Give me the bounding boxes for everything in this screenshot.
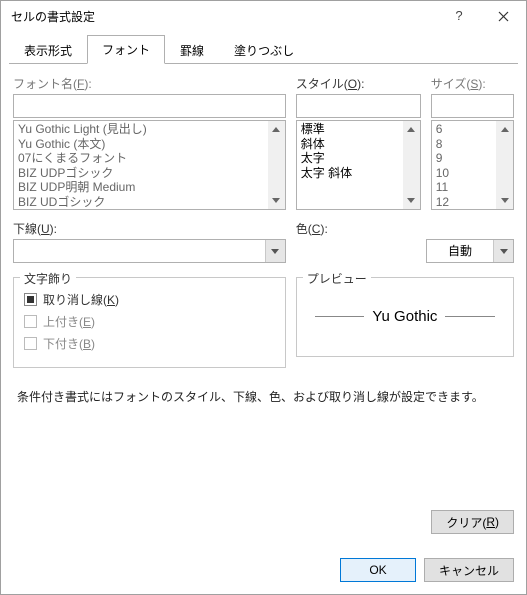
- clear-button[interactable]: クリア(R): [431, 510, 514, 534]
- underline-combo[interactable]: [13, 239, 286, 263]
- tab-font[interactable]: フォント: [87, 35, 165, 64]
- list-item[interactable]: 標準: [301, 122, 399, 137]
- style-scrollbar[interactable]: [403, 121, 420, 209]
- left-column: フォント名(F): Yu Gothic Light (見出し)Yu Gothic…: [13, 75, 286, 368]
- superscript-checkbox-box: [24, 315, 37, 328]
- list-item[interactable]: 07にくまるフォント: [18, 151, 264, 166]
- bottom-area: クリア(R) OK キャンセル: [1, 502, 526, 594]
- list-item[interactable]: 太字 斜体: [301, 166, 399, 181]
- preview-baseline-left: [315, 316, 365, 317]
- font-name-items: Yu Gothic Light (見出し)Yu Gothic (本文)07にくま…: [14, 121, 268, 209]
- strike-checkbox-box: [24, 293, 37, 306]
- close-button[interactable]: [481, 1, 526, 31]
- list-item[interactable]: BIZ UDゴシック: [18, 195, 264, 210]
- preview-legend: プレビュー: [303, 270, 371, 287]
- ok-button[interactable]: OK: [340, 558, 416, 582]
- style-items: 標準斜体太字太字 斜体: [297, 121, 403, 209]
- color-combo[interactable]: 自動: [426, 239, 514, 263]
- list-item[interactable]: 6: [436, 122, 492, 137]
- style-input[interactable]: [296, 94, 421, 118]
- list-item[interactable]: 8: [436, 137, 492, 152]
- preview-box: Yu Gothic: [307, 286, 503, 346]
- underline-value: [14, 240, 265, 262]
- scroll-thumb[interactable]: [496, 138, 513, 192]
- list-item[interactable]: 10: [436, 166, 492, 181]
- tab-display[interactable]: 表示形式: [9, 36, 87, 65]
- color-dropdown-button[interactable]: [493, 240, 513, 262]
- list-item[interactable]: Yu Gothic (本文): [18, 137, 264, 152]
- tab-border[interactable]: 罫線: [165, 36, 219, 65]
- size-label: サイズ(S):: [431, 75, 514, 92]
- tab-strip: 表示形式 フォント 罫線 塗りつぶし: [1, 31, 526, 64]
- strike-label: 取り消し線(K): [43, 291, 119, 308]
- preview-text: Yu Gothic: [372, 308, 437, 325]
- scroll-up-icon[interactable]: [268, 121, 285, 138]
- preview-baseline-right: [445, 316, 495, 317]
- list-item[interactable]: 太字: [301, 151, 399, 166]
- list-item[interactable]: 斜体: [301, 137, 399, 152]
- titlebar: セルの書式設定 ?: [1, 1, 526, 31]
- scroll-down-icon[interactable]: [403, 192, 420, 209]
- tab-fill[interactable]: 塗りつぶし: [219, 36, 309, 65]
- subscript-checkbox[interactable]: 下付き(B): [24, 335, 275, 352]
- list-item[interactable]: 9: [436, 151, 492, 166]
- chevron-down-icon: [271, 249, 279, 254]
- font-name-list[interactable]: Yu Gothic Light (見出し)Yu Gothic (本文)07にくま…: [13, 120, 286, 210]
- scroll-down-icon[interactable]: [496, 192, 513, 209]
- style-list[interactable]: 標準斜体太字太字 斜体: [296, 120, 421, 210]
- help-icon: ?: [454, 9, 464, 23]
- font-list-scrollbar[interactable]: [268, 121, 285, 209]
- strike-checkbox[interactable]: 取り消し線(K): [24, 291, 275, 308]
- list-item[interactable]: 12: [436, 195, 492, 210]
- underline-dropdown-button[interactable]: [265, 240, 285, 262]
- scroll-thumb[interactable]: [268, 138, 285, 192]
- effects-group: 文字飾り 取り消し線(K) 上付き(E) 下付き(B): [13, 277, 286, 368]
- preview-group: プレビュー Yu Gothic: [296, 277, 514, 357]
- scroll-up-icon[interactable]: [496, 121, 513, 138]
- note-text: 条件付き書式にはフォントのスタイル、下線、色、および取り消し線が設定できます。: [1, 378, 526, 415]
- subscript-label: 下付き(B): [43, 335, 95, 352]
- scroll-down-icon[interactable]: [268, 192, 285, 209]
- cancel-button[interactable]: キャンセル: [424, 558, 514, 582]
- effects-legend: 文字飾り: [20, 270, 76, 287]
- close-icon: [498, 11, 509, 22]
- dialog-title: セルの書式設定: [11, 8, 436, 25]
- underline-label: 下線(U):: [13, 220, 286, 237]
- size-items: 689101112: [432, 121, 496, 209]
- color-label: 色(C):: [296, 220, 514, 237]
- list-item[interactable]: Yu Gothic Light (見出し): [18, 122, 264, 137]
- list-item[interactable]: BIZ UDP明朝 Medium: [18, 180, 264, 195]
- scroll-thumb[interactable]: [403, 138, 420, 192]
- superscript-label: 上付き(E): [43, 313, 95, 330]
- svg-text:?: ?: [455, 9, 462, 23]
- size-list[interactable]: 689101112: [431, 120, 514, 210]
- superscript-checkbox[interactable]: 上付き(E): [24, 313, 275, 330]
- tab-border-line: [9, 63, 518, 64]
- list-item[interactable]: BIZ UDPゴシック: [18, 166, 264, 181]
- tab-content: フォント名(F): Yu Gothic Light (見出し)Yu Gothic…: [1, 65, 526, 378]
- font-name-label: フォント名(F):: [13, 75, 286, 92]
- scroll-up-icon[interactable]: [403, 121, 420, 138]
- style-size-row: スタイル(O): 標準斜体太字太字 斜体 サイズ(S):: [296, 75, 514, 210]
- list-item[interactable]: 11: [436, 180, 492, 195]
- size-scrollbar[interactable]: [496, 121, 513, 209]
- right-column: スタイル(O): 標準斜体太字太字 斜体 サイズ(S):: [296, 75, 514, 368]
- color-value: 自動: [427, 240, 493, 262]
- subscript-checkbox-box: [24, 337, 37, 350]
- help-button[interactable]: ?: [436, 1, 481, 31]
- chevron-down-icon: [500, 249, 508, 254]
- size-input[interactable]: [431, 94, 514, 118]
- dialog-window: セルの書式設定 ? 表示形式 フォント 罫線 塗りつぶし フォント名(F): Y…: [0, 0, 527, 595]
- style-label: スタイル(O):: [296, 75, 421, 92]
- font-name-input[interactable]: [13, 94, 286, 118]
